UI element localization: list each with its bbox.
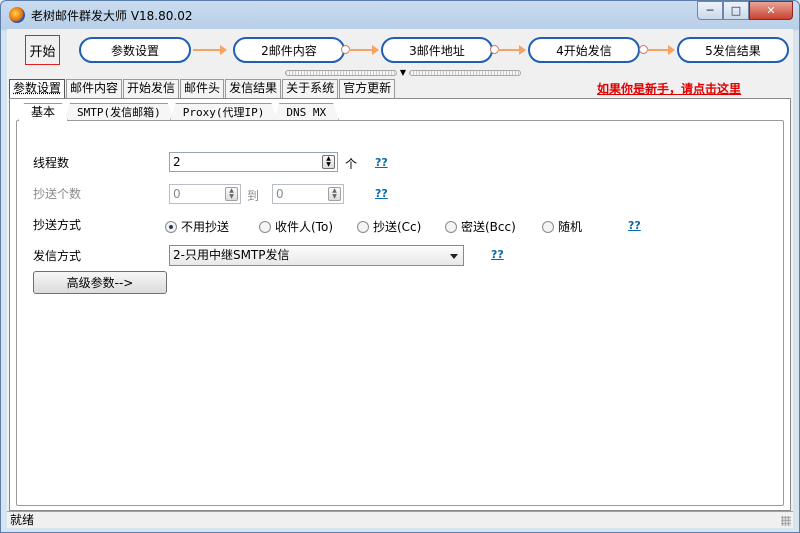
cc-count-to-spinner[interactable]: 0 ▲ ▼: [272, 184, 344, 204]
cc-count-to-value: 0: [276, 187, 284, 201]
radio-unselected-icon: [542, 220, 554, 233]
radio-unselected-icon: [357, 220, 369, 233]
radio-bcc[interactable]: 密送(Bcc): [445, 218, 516, 235]
radio-selected-icon: [165, 220, 177, 233]
title-bar: 老树邮件群发大师 V18.80.02 ─ □ ✕: [1, 1, 799, 29]
wizard-flow: 开始 参数设置 2邮件内容 3邮件地址 4开始发信 5发信结果: [7, 29, 793, 69]
subtab-proxy[interactable]: Proxy(代理IP): [170, 103, 278, 121]
subtab-dns-mx[interactable]: DNS MX: [273, 103, 339, 121]
flow-start[interactable]: 开始: [25, 35, 60, 65]
flow-arrow-2: [349, 45, 379, 55]
flow-arrow-1: [193, 45, 227, 55]
flow-step-params[interactable]: 参数设置: [79, 37, 191, 63]
collapse-grip-right: [409, 70, 521, 76]
radio-unselected-icon: [259, 220, 271, 233]
threads-spinner[interactable]: 2 ▲ ▼: [169, 152, 338, 172]
radio-unselected-icon: [445, 220, 457, 233]
flow-arrow-4: [647, 45, 675, 55]
radio-no-cc-label: 不用抄送: [181, 220, 230, 234]
close-button[interactable]: ✕: [749, 1, 793, 20]
flow-step-content[interactable]: 2邮件内容: [233, 37, 345, 63]
flow-step-result[interactable]: 5发信结果: [677, 37, 789, 63]
cc-mode-help-link[interactable]: ??: [628, 219, 641, 232]
subtab-smtp[interactable]: SMTP(发信邮箱): [64, 103, 174, 121]
main-tabs: 参数设置 邮件内容 开始发信 邮件头 发信结果 关于系统 官方更新: [9, 79, 396, 99]
tab-start-send[interactable]: 开始发信: [123, 79, 180, 98]
window-title: 老树邮件群发大师 V18.80.02: [31, 9, 193, 23]
threads-help-link[interactable]: ??: [375, 156, 388, 169]
status-text: 就绪: [10, 513, 35, 527]
flow-step-address[interactable]: 3邮件地址: [381, 37, 493, 63]
advanced-params-button[interactable]: 高级参数-->: [33, 271, 167, 294]
radio-to-label: 收件人(To): [275, 220, 333, 234]
tab-params[interactable]: 参数设置: [9, 79, 66, 99]
send-mode-value: 2-只用中继SMTP发信: [173, 248, 290, 262]
app-logo-icon: [9, 7, 25, 23]
flow-collapse-handle[interactable]: ▼: [285, 69, 521, 77]
send-mode-select[interactable]: 2-只用中继SMTP发信: [169, 245, 464, 266]
radio-to[interactable]: 收件人(To): [259, 218, 333, 235]
threads-label: 线程数: [33, 156, 70, 170]
maximize-button[interactable]: □: [723, 1, 749, 20]
sub-tabs: 基本 SMTP(发信邮箱) Proxy(代理IP) DNS MX: [18, 103, 335, 121]
spinner-arrows-icon[interactable]: ▲ ▼: [328, 187, 341, 201]
chevron-down-icon: ▼: [399, 68, 407, 77]
radio-cc-label: 抄送(Cc): [373, 220, 422, 234]
threads-value: 2: [173, 155, 181, 169]
collapse-grip-left: [285, 70, 397, 76]
flow-step-send[interactable]: 4开始发信: [528, 37, 640, 63]
tab-send-result[interactable]: 发信结果: [225, 79, 282, 98]
threads-unit: 个: [345, 157, 358, 171]
basic-settings-panel: 线程数 2 ▲ ▼ 个 ?? 抄送个数 0 ▲ ▼ 到 0 ▲ ▼ ?? 抄送方…: [16, 120, 784, 506]
radio-cc[interactable]: 抄送(Cc): [357, 218, 421, 235]
minimize-button[interactable]: ─: [697, 1, 723, 20]
client-area: 开始 参数设置 2邮件内容 3邮件地址 4开始发信 5发信结果 ▼ 参数设置 邮…: [7, 29, 793, 528]
status-bar: 就绪: [7, 511, 793, 528]
flow-arrow-3: [498, 45, 526, 55]
tab-mail-content[interactable]: 邮件内容: [66, 79, 123, 98]
subtab-basic[interactable]: 基本: [18, 103, 68, 121]
dropdown-caret-icon: [450, 254, 458, 259]
cc-count-label: 抄送个数: [33, 187, 82, 201]
radio-bcc-label: 密送(Bcc): [461, 220, 516, 234]
tab-about[interactable]: 关于系统: [282, 79, 339, 98]
tab-updates[interactable]: 官方更新: [339, 79, 396, 98]
cc-count-from-spinner[interactable]: 0 ▲ ▼: [169, 184, 241, 204]
radio-no-cc[interactable]: 不用抄送: [165, 218, 229, 235]
params-panel: 基本 SMTP(发信邮箱) Proxy(代理IP) DNS MX 线程数 2 ▲…: [9, 98, 791, 511]
resize-grip-icon[interactable]: [781, 516, 791, 526]
cc-mode-label: 抄送方式: [33, 218, 82, 232]
window-controls: ─ □ ✕: [697, 1, 793, 20]
radio-random[interactable]: 随机: [542, 218, 582, 235]
send-mode-label: 发信方式: [33, 249, 82, 263]
app-window: 老树邮件群发大师 V18.80.02 ─ □ ✕ 开始 参数设置 2邮件内容 3…: [0, 0, 800, 533]
spinner-arrows-icon[interactable]: ▲ ▼: [322, 155, 335, 169]
cc-count-help-link[interactable]: ??: [375, 187, 388, 200]
send-mode-help-link[interactable]: ??: [491, 248, 504, 261]
cc-count-from-value: 0: [173, 187, 181, 201]
radio-random-label: 随机: [558, 220, 583, 234]
tab-mail-header[interactable]: 邮件头: [180, 79, 225, 98]
cc-count-to-label: 到: [247, 189, 260, 203]
spinner-arrows-icon[interactable]: ▲ ▼: [225, 187, 238, 201]
newbie-help-link[interactable]: 如果你是新手，请点击这里: [597, 80, 741, 97]
